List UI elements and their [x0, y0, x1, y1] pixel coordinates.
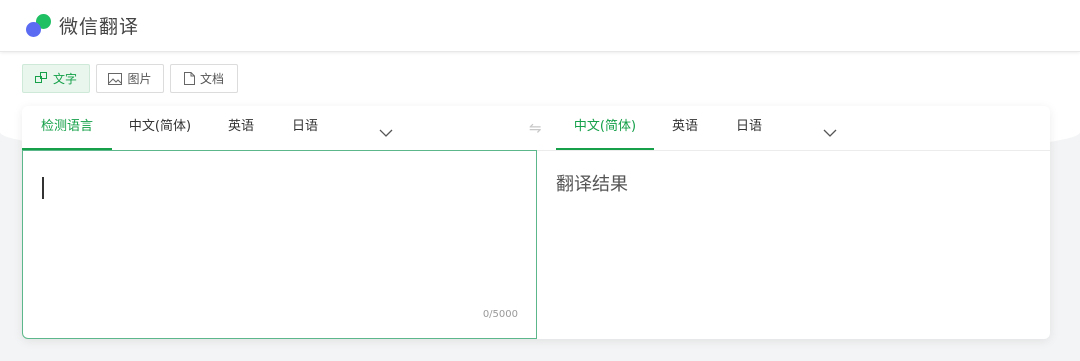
image-icon [108, 72, 123, 85]
logo-icon [26, 14, 52, 38]
chevron-down-icon[interactable] [379, 122, 393, 141]
mode-text-button[interactable]: 文字 [22, 64, 90, 93]
top-bar: 微信翻译 [0, 0, 1080, 52]
tab-target-english[interactable]: 英语 [664, 106, 706, 150]
mode-image-button[interactable]: 图片 [96, 64, 164, 93]
mode-document-label: 文档 [199, 72, 224, 86]
swap-icon[interactable]: ⇋ [529, 119, 542, 137]
mode-document-button[interactable]: 文档 [170, 64, 238, 93]
tab-target-chinese[interactable]: 中文(简体) [556, 106, 654, 150]
text-translate-icon [34, 72, 48, 85]
tab-target-japanese[interactable]: 日语 [728, 106, 770, 150]
tab-detect-language[interactable]: 检测语言 [22, 106, 112, 150]
tab-source-chinese[interactable]: 中文(简体) [120, 106, 200, 150]
document-icon [183, 72, 195, 85]
translation-result: 翻译结果 [556, 174, 628, 195]
chevron-down-icon[interactable] [823, 122, 837, 141]
tab-source-japanese[interactable]: 日语 [284, 106, 326, 150]
character-counter: 0/5000 [482, 309, 518, 320]
tab-source-english[interactable]: 英语 [220, 106, 262, 150]
mode-text-label: 文字 [52, 72, 77, 86]
text-caret [42, 177, 44, 199]
translate-panel: 检测语言 中文(简体) 英语 日语 ⇋ 中文(简体) 英语 日语 0/5000 … [22, 106, 1050, 339]
source-text-input[interactable]: 0/5000 [22, 150, 537, 339]
app-title: 微信翻译 [59, 16, 140, 38]
mode-image-label: 图片 [127, 72, 152, 86]
